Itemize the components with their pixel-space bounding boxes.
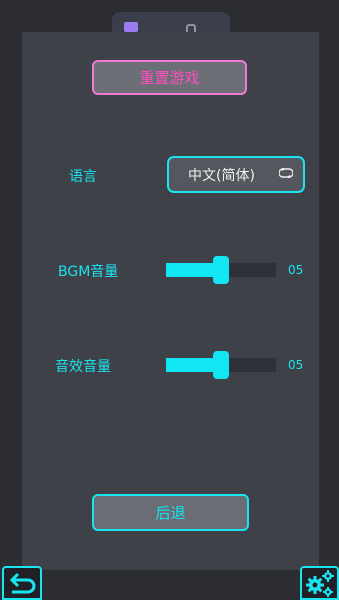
language-select[interactable]: 中文(简体) [167, 156, 305, 193]
settings-panel: 重置游戏 语言 中文(简体) BGM音量 05 音效音量 05 后退 [22, 32, 319, 570]
bgm-volume-label: BGM音量 [58, 264, 119, 280]
purple-icon [124, 22, 138, 32]
sfx-slider-handle[interactable] [213, 351, 229, 379]
gears-icon [306, 570, 334, 597]
sfx-volume-value: 05 [288, 358, 304, 372]
game-screen: 重置游戏 语言 中文(简体) BGM音量 05 音效音量 05 后退 [0, 0, 339, 600]
bgm-volume-slider[interactable] [166, 256, 276, 284]
back-arrow-icon [9, 572, 36, 594]
bgm-slider-handle[interactable] [213, 256, 229, 284]
back-button[interactable]: 后退 [92, 494, 249, 531]
language-label: 语言 [69, 169, 97, 185]
language-value: 中文(简体) [188, 167, 255, 184]
reset-game-button[interactable]: 重置游戏 [92, 60, 247, 95]
bgm-volume-value: 05 [288, 263, 304, 277]
back-label: 后退 [155, 504, 186, 522]
settings-corner-button[interactable] [300, 566, 339, 600]
cycle-icon [279, 168, 293, 178]
return-button[interactable] [2, 566, 42, 600]
sfx-volume-slider[interactable] [166, 351, 276, 379]
sfx-volume-label: 音效音量 [55, 359, 111, 375]
reset-game-label: 重置游戏 [139, 69, 200, 87]
